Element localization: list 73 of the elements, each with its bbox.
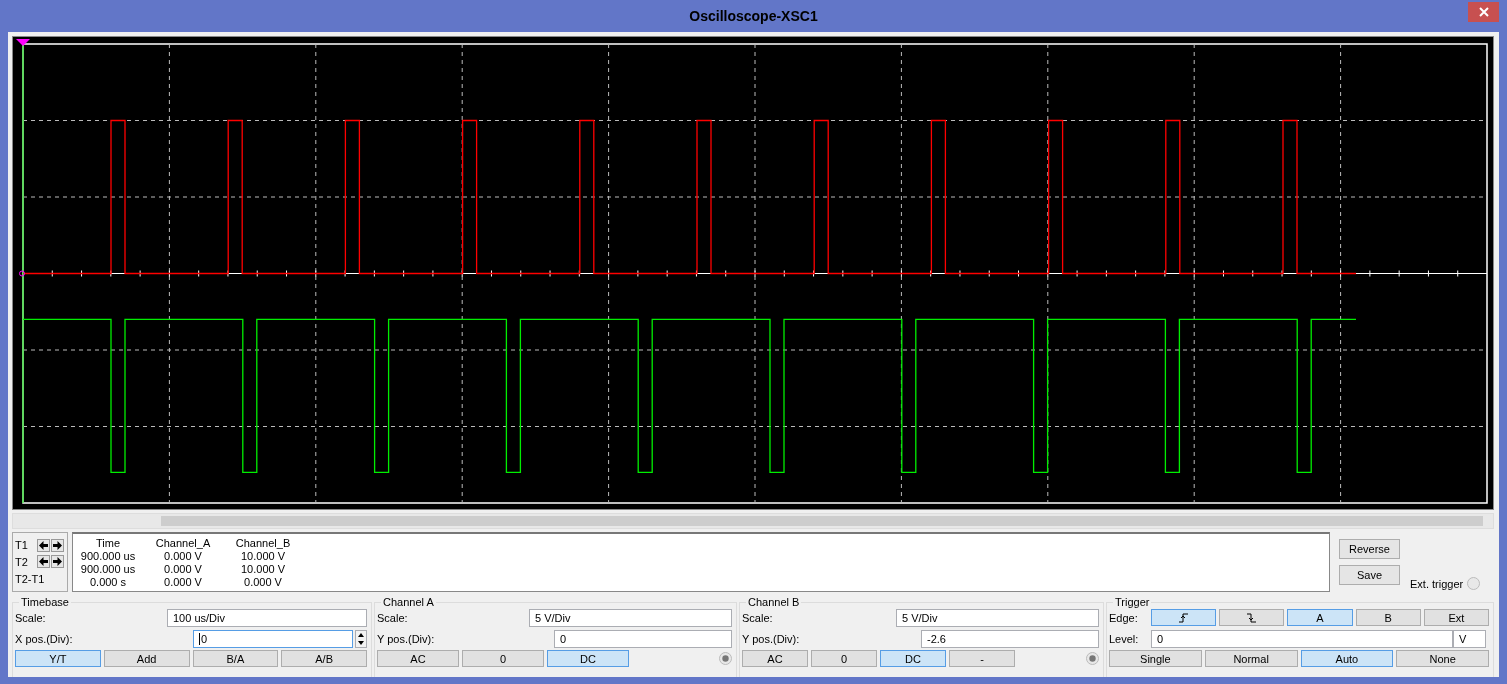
mode-button[interactable]: A/B bbox=[281, 650, 367, 667]
horizontal-scrollbar[interactable] bbox=[12, 513, 1494, 529]
field-label: Y pos.(Div): bbox=[377, 632, 436, 645]
coupling-button[interactable]: DC bbox=[547, 650, 629, 667]
coupling-button[interactable]: 0 bbox=[811, 650, 877, 667]
cursor-label: T1 bbox=[15, 539, 29, 552]
position-field[interactable]: -2.6 bbox=[921, 629, 1099, 648]
scale-field[interactable]: 100 us/Div bbox=[167, 608, 367, 627]
mode-button[interactable]: Add bbox=[103, 650, 190, 667]
falling-edge-icon bbox=[1246, 612, 1258, 623]
cursor-label: T2-T1 bbox=[15, 572, 46, 585]
scale-field[interactable]: 5 V/Div bbox=[896, 608, 1099, 627]
source-button[interactable]: A bbox=[1287, 609, 1353, 626]
table-cell-text: 0.000 V bbox=[163, 576, 203, 589]
channel-indicator-icon bbox=[1086, 652, 1099, 665]
ext-trigger-indicator-icon bbox=[1467, 577, 1481, 590]
table-cell-text: 900.000 us bbox=[79, 550, 137, 563]
level-field[interactable]: 0 bbox=[1151, 629, 1453, 648]
coupling-button[interactable]: AC bbox=[377, 650, 459, 667]
table-cell-text: 0.000 V bbox=[163, 563, 203, 576]
ext-trigger-label: Ext. trigger bbox=[1410, 578, 1464, 590]
panel-title: Trigger bbox=[1114, 596, 1151, 608]
source-button[interactable]: Ext bbox=[1423, 609, 1489, 626]
field-label: Edge: bbox=[1109, 611, 1139, 624]
mode-button[interactable]: B/A bbox=[192, 650, 279, 667]
panel-button[interactable]: Save bbox=[1339, 565, 1400, 585]
panel-title: Channel A bbox=[382, 596, 435, 608]
coupling-button[interactable]: AC bbox=[742, 650, 808, 667]
close-icon bbox=[1478, 7, 1489, 17]
column-header: Channel_A bbox=[154, 537, 212, 550]
channel-indicator-icon bbox=[719, 652, 732, 665]
cursor-left-button[interactable] bbox=[37, 538, 50, 552]
trigger-mode-button[interactable]: Auto bbox=[1300, 650, 1394, 667]
position-field[interactable]: 0 bbox=[193, 629, 353, 648]
trigger-mode-button[interactable]: Single bbox=[1109, 650, 1202, 667]
field-label: X pos.(Div): bbox=[15, 632, 74, 645]
column-header: Channel_B bbox=[234, 537, 292, 550]
field-label: Scale: bbox=[15, 611, 47, 624]
position-field[interactable]: 0 bbox=[554, 629, 732, 648]
cursor-label: T2 bbox=[15, 556, 29, 568]
panel-button[interactable]: Reverse bbox=[1339, 539, 1400, 559]
scrollbar-thumb[interactable] bbox=[161, 516, 1483, 526]
field-label: Y pos.(Div): bbox=[742, 632, 801, 645]
panel-title: Channel B bbox=[747, 596, 801, 608]
close-button[interactable] bbox=[1468, 2, 1499, 22]
cursor-left-button[interactable] bbox=[37, 555, 50, 569]
table-cell-text: 10.000 V bbox=[239, 550, 286, 563]
rising-edge-icon bbox=[1178, 612, 1190, 623]
source-button[interactable]: B bbox=[1355, 609, 1421, 626]
field-label: Scale: bbox=[742, 611, 774, 624]
unit-field: V bbox=[1453, 629, 1486, 648]
table-cell-text: 0.000 V bbox=[243, 576, 283, 589]
window-title: Oscilloscope-XSC1 bbox=[689, 8, 818, 24]
table-cell-text: 10.000 V bbox=[239, 563, 286, 576]
panel-title: Timebase bbox=[20, 596, 70, 608]
scale-field[interactable]: 5 V/Div bbox=[529, 608, 732, 627]
edge-button[interactable] bbox=[1151, 609, 1217, 626]
cursor-right-button[interactable] bbox=[51, 538, 64, 552]
coupling-button[interactable]: 0 bbox=[462, 650, 544, 667]
field-label: Scale: bbox=[377, 611, 409, 624]
trigger-mode-button[interactable]: Normal bbox=[1204, 650, 1298, 667]
trigger-mode-button[interactable]: None bbox=[1396, 650, 1489, 667]
table-cell-text: 0.000 s bbox=[88, 576, 128, 589]
table-cell-text: 0.000 V bbox=[163, 550, 203, 563]
mode-button[interactable]: Y/T bbox=[15, 650, 101, 667]
field-label: Level: bbox=[1109, 632, 1140, 645]
coupling-button[interactable]: DC bbox=[880, 650, 946, 667]
column-header: Time bbox=[94, 537, 121, 550]
spin-buttons[interactable] bbox=[355, 629, 367, 648]
table-cell-text: 900.000 us bbox=[79, 563, 137, 576]
cursor-right-button[interactable] bbox=[51, 555, 64, 569]
coupling-button[interactable]: - bbox=[949, 650, 1015, 667]
edge-button[interactable] bbox=[1219, 609, 1285, 626]
